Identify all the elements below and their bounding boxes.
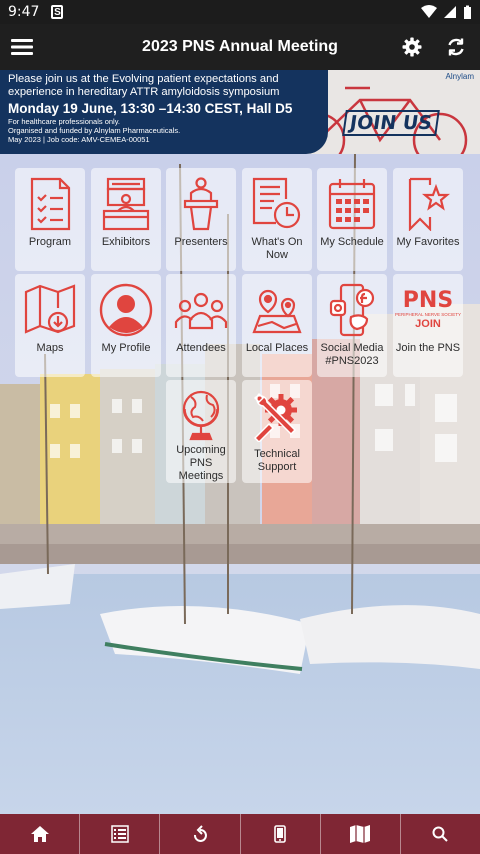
- tile-label: My Profile: [101, 342, 151, 354]
- tile-label: Local Places: [245, 342, 309, 354]
- pns-join-logo: PNS PERIPHERAL NERVE SOCIETY JOIN: [393, 278, 463, 342]
- tile-label: Program: [28, 236, 72, 248]
- refresh-icon: [448, 38, 464, 56]
- status-icons: [421, 5, 472, 20]
- social-media-icon: [329, 283, 375, 337]
- nav-back[interactable]: [160, 814, 241, 854]
- presenters-icon: [183, 177, 219, 231]
- calendar-icon: [328, 179, 376, 230]
- globe-icon: [182, 390, 220, 441]
- tile-whats-on-now[interactable]: What's On Now: [242, 168, 312, 271]
- tile-my-schedule[interactable]: My Schedule: [317, 168, 387, 271]
- cell-signal-icon: [444, 6, 456, 18]
- tile-label: Maps: [36, 342, 64, 354]
- nav-list[interactable]: [80, 814, 161, 854]
- whats-on-now-icon: [252, 177, 301, 229]
- pns-logo-text: PNS: [402, 287, 454, 313]
- tile-label: My Favorites: [396, 236, 460, 248]
- banner-line1b: experience in hereditary ATTR amyloidosi…: [8, 86, 280, 98]
- map-icon: [350, 825, 371, 843]
- tile-attendees[interactable]: Attendees: [166, 274, 236, 377]
- refresh-button[interactable]: [434, 24, 478, 70]
- battery-icon: [464, 5, 471, 19]
- tools-icon: [253, 392, 297, 442]
- app-bar: 2023 PNS Annual Meeting: [0, 24, 480, 70]
- tile-my-profile[interactable]: My Profile: [91, 274, 161, 377]
- tile-label: What's On Now: [251, 236, 303, 261]
- bookmark-star-icon: [408, 177, 450, 231]
- exhibitors-icon: [102, 177, 150, 231]
- tile-program[interactable]: Program: [15, 168, 85, 271]
- tile-upcoming-pns-meetings[interactable]: Upcoming PNS Meetings: [166, 380, 236, 483]
- local-places-icon: [252, 289, 302, 334]
- bottom-nav: [0, 814, 480, 854]
- banner-small3: May 2023 | Job code: AMV-CEMEA-00051: [8, 135, 150, 144]
- list-icon: [111, 825, 129, 843]
- tile-label: Social Media #PNS2023: [320, 342, 384, 367]
- tile-social-media[interactable]: Social Media #PNS2023: [317, 274, 387, 377]
- banner-small2: Organised and funded by Alnylam Pharmace…: [8, 126, 181, 135]
- banner-text-panel: Please join us at the Evolving patient e…: [0, 70, 328, 154]
- pns-join-text: JOIN: [415, 317, 441, 330]
- home-icon: [30, 826, 49, 842]
- tile-label: My Schedule: [320, 236, 384, 248]
- tile-label: Upcoming PNS Meetings: [176, 444, 226, 482]
- tile-presenters[interactable]: Presenters: [166, 168, 236, 271]
- tile-label: Exhibitors: [101, 236, 151, 248]
- nav-home[interactable]: [0, 814, 81, 854]
- banner-brand: Alnylam: [445, 72, 474, 81]
- tile-local-places[interactable]: Local Places: [242, 274, 312, 377]
- tile-join-the-pns[interactable]: PNS PERIPHERAL NERVE SOCIETY JOIN Join t…: [393, 274, 463, 377]
- tile-my-favorites[interactable]: My Favorites: [393, 168, 463, 271]
- s-notification-icon: S: [51, 5, 64, 19]
- banner-small1: For healthcare professionals only.: [8, 117, 121, 126]
- nav-map[interactable]: [321, 814, 401, 854]
- tile-label: Attendees: [176, 342, 226, 354]
- phone-icon: [274, 825, 286, 843]
- status-bar: 9:47 S: [0, 0, 480, 24]
- tile-label: Presenters: [174, 236, 228, 248]
- symposium-banner[interactable]: JOIN US Alnylam Please join us at the Ev…: [0, 70, 480, 154]
- nav-phone[interactable]: [241, 814, 321, 854]
- status-time: 9:47: [8, 4, 40, 20]
- banner-join-us: JOIN US: [342, 110, 440, 136]
- settings-button[interactable]: [390, 24, 434, 70]
- gear-icon: [402, 37, 422, 57]
- tile-label: Technical Support: [254, 448, 300, 473]
- banner-line1: Please join us at the Evolving patient e…: [8, 73, 279, 85]
- wifi-icon: [421, 5, 437, 18]
- menu-button[interactable]: [0, 24, 44, 70]
- banner-headline: Monday 19 June, 13:30 –14:30 CEST, Hall …: [8, 101, 293, 116]
- nav-search[interactable]: [401, 814, 480, 854]
- tile-label: Join the PNS: [395, 342, 461, 354]
- profile-icon: [99, 283, 153, 337]
- back-icon: [193, 825, 207, 842]
- tile-maps[interactable]: Maps: [15, 274, 85, 377]
- tile-exhibitors[interactable]: Exhibitors: [91, 168, 161, 271]
- attendees-icon: [174, 292, 228, 330]
- program-icon: [30, 177, 71, 231]
- map-icon: [24, 284, 76, 334]
- search-icon: [432, 826, 449, 842]
- tile-technical-support[interactable]: Technical Support: [242, 380, 312, 483]
- hamburger-icon: [11, 39, 33, 55]
